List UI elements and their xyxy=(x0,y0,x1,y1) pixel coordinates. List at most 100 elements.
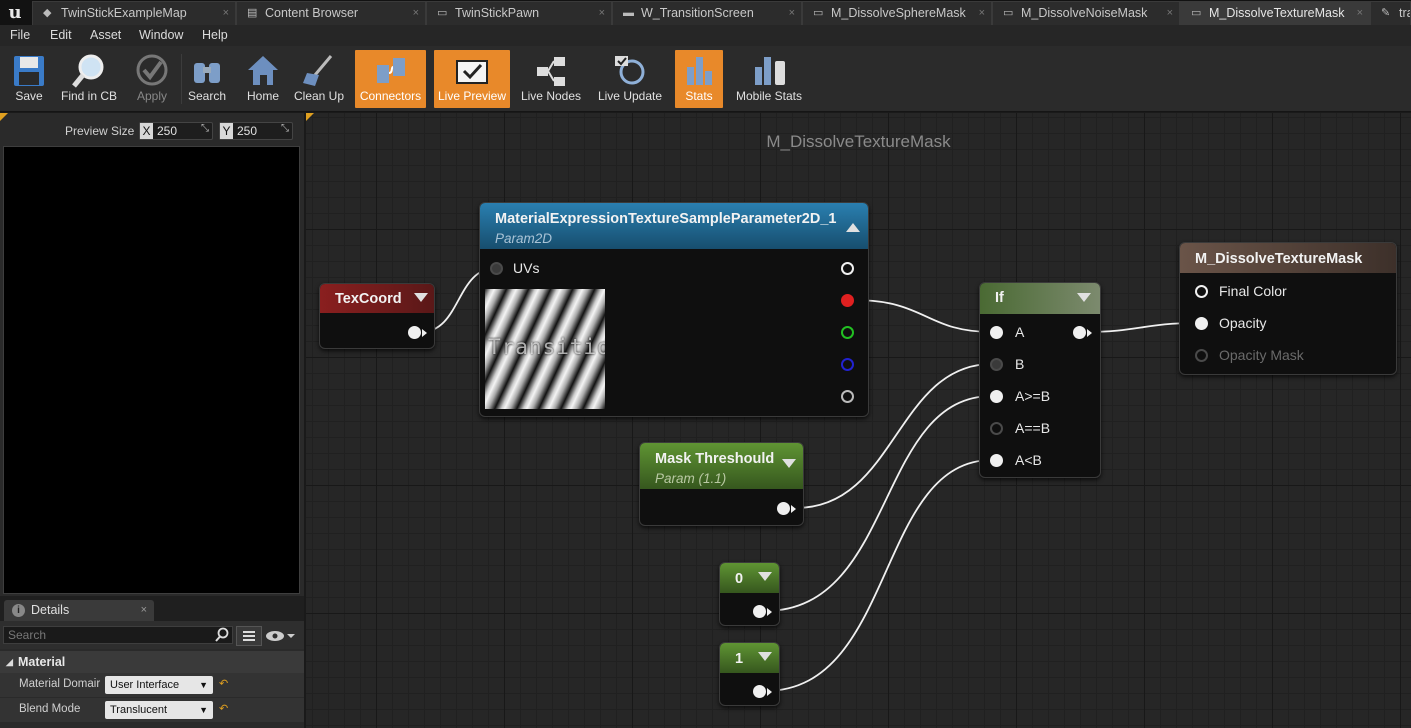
a-output-pin[interactable] xyxy=(841,390,854,403)
details-search-input[interactable]: Search xyxy=(3,626,233,644)
mobile-stats-icon xyxy=(755,57,785,85)
clean-up-button[interactable]: Clean Up xyxy=(292,50,346,108)
stats-icon xyxy=(687,57,712,85)
eye-icon xyxy=(266,631,295,641)
g-output-pin[interactable] xyxy=(841,326,854,339)
reset-to-default-icon[interactable]: ↶ xyxy=(219,677,228,690)
if-altb-input-pin[interactable] xyxy=(990,454,1003,467)
close-icon[interactable]: × xyxy=(599,2,605,24)
save-button[interactable]: Save xyxy=(4,50,54,108)
mobile-stats-button[interactable]: Mobile Stats xyxy=(731,50,807,108)
if-output-pin[interactable] xyxy=(1073,326,1086,339)
mask-threshold-node[interactable]: Mask Threshould Param (1.1) xyxy=(639,442,804,526)
panel-corner-marker xyxy=(0,113,8,121)
texcoord-node[interactable]: TexCoord xyxy=(319,283,435,349)
uvs-input-pin[interactable] xyxy=(490,262,503,275)
collapse-arrow-icon: ◢ xyxy=(6,657,13,667)
tab-content-browser[interactable]: ▤ Content Browser × xyxy=(236,1,426,25)
tab-m-dissolve-noise-mask[interactable]: ▭ M_DissolveNoiseMask × xyxy=(992,1,1180,25)
constant-0-node[interactable]: 0 xyxy=(719,562,780,626)
if-b-input-pin[interactable] xyxy=(990,358,1003,371)
menu-file[interactable]: File xyxy=(10,28,30,42)
pin-arrow-icon xyxy=(422,329,427,337)
resize-arrow-icon: ⤡ xyxy=(281,123,289,134)
live-nodes-icon xyxy=(537,57,565,86)
level-icon: ◆ xyxy=(43,7,52,19)
find-in-cb-button[interactable]: Find in CB xyxy=(56,50,122,108)
unreal-logo-icon: u xyxy=(8,2,22,23)
tab-details[interactable]: i Details × xyxy=(4,600,154,621)
live-update-button[interactable]: Live Update xyxy=(594,50,666,108)
menu-window[interactable]: Window xyxy=(139,28,183,42)
preview-size-y-field[interactable]: Y 250 ⤡ xyxy=(219,122,293,140)
connectors-button[interactable]: Connectors xyxy=(355,50,426,108)
material-graph-canvas[interactable]: M_DissolveTextureMask TexCoord MaterialE… xyxy=(306,113,1411,728)
close-icon[interactable]: × xyxy=(1167,2,1173,24)
material-domain-dropdown[interactable]: User Interface ▼ xyxy=(105,676,213,694)
rgb-output-pin[interactable] xyxy=(841,262,854,275)
home-button[interactable]: Home xyxy=(240,50,286,108)
mask-threshold-output-pin[interactable] xyxy=(777,502,790,515)
material-icon: ▭ xyxy=(1003,7,1014,19)
menu-bar: File Edit Asset Window Help xyxy=(0,25,1411,46)
collapse-arrow-icon[interactable] xyxy=(782,459,796,468)
r-output-pin[interactable] xyxy=(841,294,854,307)
tab-texture[interactable]: ✎tra xyxy=(1370,1,1411,25)
search-icon xyxy=(215,627,229,642)
live-preview-button[interactable]: Live Preview xyxy=(434,50,510,108)
connectors-icon xyxy=(376,58,405,83)
tab-twinstick-pawn[interactable]: ▭ TwinStickPawn × xyxy=(426,1,612,25)
blend-mode-dropdown[interactable]: Translucent ▼ xyxy=(105,701,213,719)
collapse-arrow-icon[interactable] xyxy=(1077,293,1091,302)
constant-0-output-pin[interactable] xyxy=(753,605,766,618)
close-icon[interactable]: × xyxy=(979,2,985,24)
preview-size-x-field[interactable]: X 250 ⤡ xyxy=(139,122,213,140)
material-section-header[interactable]: ◢ Material xyxy=(0,651,304,673)
tab-w-transition-screen[interactable]: ▬ W_TransitionScreen × xyxy=(612,1,802,25)
view-options-button[interactable] xyxy=(265,628,297,644)
close-icon[interactable]: × xyxy=(223,2,229,24)
opacity-mask-input-pin[interactable] xyxy=(1195,349,1208,362)
stats-button[interactable]: Stats xyxy=(675,50,723,108)
collapse-arrow-icon[interactable] xyxy=(758,652,772,661)
close-icon[interactable]: × xyxy=(141,600,147,621)
if-aeqb-input-pin[interactable] xyxy=(990,422,1003,435)
texcoord-output-pin[interactable] xyxy=(408,326,421,339)
menu-asset[interactable]: Asset xyxy=(90,28,121,42)
opacity-input-pin[interactable] xyxy=(1195,317,1208,330)
collapse-arrow-icon[interactable] xyxy=(758,572,772,581)
b-output-pin[interactable] xyxy=(841,358,854,371)
close-icon[interactable]: × xyxy=(413,2,419,24)
material-result-node[interactable]: M_DissolveTextureMask Final Color Opacit… xyxy=(1179,242,1397,375)
texture-icon: ✎ xyxy=(1381,7,1391,19)
content-browser-icon: ▤ xyxy=(247,7,258,19)
texture-thumbnail: Transition xyxy=(485,289,605,409)
magnifier-icon xyxy=(72,54,104,88)
final-color-input-pin[interactable] xyxy=(1195,285,1208,298)
apply-button[interactable]: Apply xyxy=(126,50,178,108)
constant-1-output-pin[interactable] xyxy=(753,685,766,698)
collapse-arrow-icon[interactable] xyxy=(846,223,860,232)
if-node[interactable]: If A B A>=B A==B A<B xyxy=(979,282,1101,478)
constant-1-node[interactable]: 1 xyxy=(719,642,780,706)
property-matrix-button[interactable] xyxy=(236,626,262,646)
pin-arrow-icon xyxy=(767,608,772,616)
toolbar-separator xyxy=(181,54,182,104)
reset-to-default-icon[interactable]: ↶ xyxy=(219,702,228,715)
collapse-arrow-icon[interactable] xyxy=(414,293,428,302)
menu-edit[interactable]: Edit xyxy=(50,28,72,42)
search-button[interactable]: Search xyxy=(184,50,230,108)
preview-viewport[interactable] xyxy=(3,146,300,594)
info-icon: i xyxy=(12,604,25,617)
material-editor-window: u ◆ TwinStickExampleMap × ▤ Content Browser… xyxy=(0,0,1411,728)
close-icon[interactable]: × xyxy=(1357,2,1363,24)
tab-twinstick-example-map[interactable]: ◆ TwinStickExampleMap × xyxy=(32,1,236,25)
close-icon[interactable]: × xyxy=(789,2,795,24)
texture-sample-parameter-node[interactable]: MaterialExpressionTextureSampleParameter… xyxy=(479,202,869,417)
tab-m-dissolve-texture-mask[interactable]: ▭ M_DissolveTextureMask × xyxy=(1180,1,1370,25)
tab-m-dissolve-sphere-mask[interactable]: ▭ M_DissolveSphereMask × xyxy=(802,1,992,25)
if-agtb-input-pin[interactable] xyxy=(990,390,1003,403)
live-nodes-button[interactable]: Live Nodes xyxy=(516,50,586,108)
if-a-input-pin[interactable] xyxy=(990,326,1003,339)
menu-help[interactable]: Help xyxy=(202,28,228,42)
